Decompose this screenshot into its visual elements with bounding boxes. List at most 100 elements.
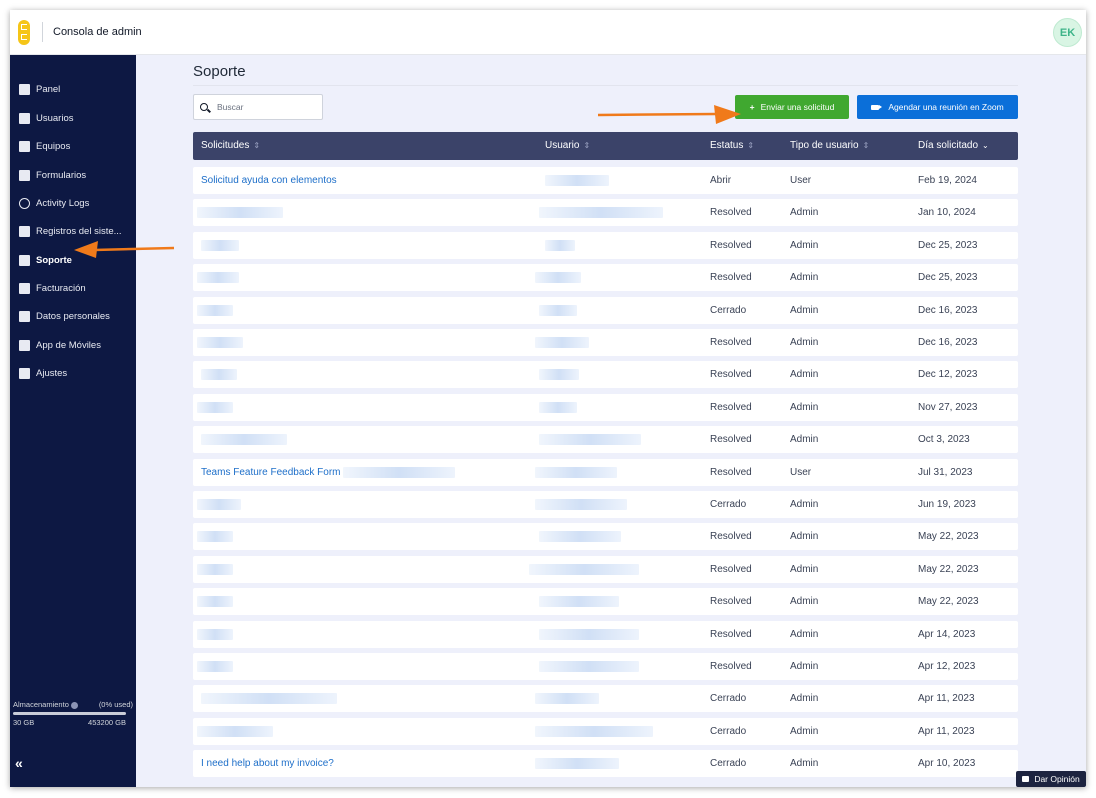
- user-avatar[interactable]: EK: [1053, 18, 1082, 47]
- table-row[interactable]: Resolved Admin Dec 12, 2023: [193, 361, 1018, 389]
- sidebar-item-label: Datos personales: [36, 310, 110, 322]
- table-row[interactable]: Resolved Admin Nov 27, 2023: [193, 393, 1018, 421]
- sidebar-item-label: Soporte: [36, 254, 72, 266]
- submit-request-label: Enviar una solicitud: [760, 102, 835, 112]
- date-cell: Jul 31, 2023: [918, 466, 973, 478]
- table-row[interactable]: Resolved Admin Oct 3, 2023: [193, 426, 1018, 454]
- redacted-user: [539, 596, 619, 608]
- clock-icon: [19, 197, 30, 209]
- user-type-cell: Admin: [790, 563, 819, 575]
- table-row[interactable]: Resolved Admin May 22, 2023: [193, 588, 1018, 616]
- app-logo[interactable]: [18, 20, 30, 45]
- date-cell: Dec 25, 2023: [918, 239, 978, 251]
- storage-values: 30 GB 453200 GB: [13, 718, 126, 727]
- sidebar-item-ajustes[interactable]: Ajustes: [10, 363, 136, 383]
- table-row[interactable]: Resolved Admin Apr 12, 2023: [193, 653, 1018, 680]
- table-row[interactable]: Resolved Admin May 22, 2023: [193, 523, 1018, 551]
- submit-request-button[interactable]: + Enviar una solicitud: [735, 95, 849, 119]
- annotation-arrow-sidebar: [74, 241, 175, 258]
- column-header-label: Tipo de usuario: [790, 140, 859, 151]
- date-cell: May 22, 2023: [918, 563, 979, 575]
- sidebar-item-app-de-móviles[interactable]: App de Móviles: [10, 335, 136, 355]
- column-header[interactable]: Solicitudes ⇕: [201, 132, 260, 160]
- table-header: Solicitudes ⇕ Usuario ⇕ Estatus ⇕ Tipo de usua…: [193, 132, 1018, 160]
- title-divider: [193, 85, 1018, 86]
- user-type-cell: Admin: [790, 401, 819, 413]
- date-cell: Apr 14, 2023: [918, 628, 976, 640]
- table-row[interactable]: Resolved Admin Jan 10, 2024: [193, 199, 1018, 227]
- date-cell: May 22, 2023: [918, 531, 979, 543]
- redacted-user: [535, 725, 653, 737]
- status-cell: Resolved: [710, 401, 752, 413]
- request-link[interactable]: I need help about my invoice?: [201, 750, 334, 777]
- user-type-cell: Admin: [790, 661, 819, 672]
- column-header[interactable]: Día solicitado ⌄: [918, 132, 989, 160]
- sort-icon[interactable]: ⇕: [583, 141, 590, 150]
- date-cell: Feb 19, 2024: [918, 175, 977, 186]
- sidebar-item-usuarios[interactable]: Usuarios: [10, 108, 136, 128]
- table-row[interactable]: Resolved Admin Dec 25, 2023: [193, 231, 1018, 259]
- redacted-request: [197, 304, 233, 316]
- table-row[interactable]: Resolved Admin Apr 14, 2023: [193, 620, 1018, 648]
- table-row[interactable]: Cerrado Admin Dec 16, 2023: [193, 296, 1018, 324]
- collapse-sidebar-button[interactable]: «: [15, 755, 23, 771]
- column-header[interactable]: Estatus ⇕: [710, 132, 754, 160]
- search-box[interactable]: [193, 94, 323, 120]
- status-cell: Resolved: [710, 369, 752, 381]
- date-cell: Dec 16, 2023: [918, 337, 978, 348]
- column-header-label: Estatus: [710, 140, 744, 151]
- redacted-user: [539, 304, 577, 316]
- sidebar-item-label: Panel: [36, 83, 61, 95]
- search-input[interactable]: [217, 102, 317, 112]
- redacted-request: [197, 337, 243, 348]
- table-row[interactable]: Resolved Admin Dec 25, 2023: [193, 264, 1018, 292]
- table-row[interactable]: Resolved Admin Dec 16, 2023: [193, 329, 1018, 356]
- request-link[interactable]: Teams Feature Feedback Form: [201, 459, 341, 486]
- app-title: Consola de admin: [53, 26, 142, 38]
- home-icon: [19, 83, 30, 95]
- status-cell: Cerrado: [710, 758, 747, 770]
- table-row[interactable]: Cerrado Admin Apr 11, 2023: [193, 717, 1018, 745]
- table-row[interactable]: Solicitud ayuda con elementos Abrir User Fe…: [193, 167, 1018, 194]
- table-row[interactable]: Cerrado Admin Apr 11, 2023: [193, 685, 1018, 713]
- redacted-user: [535, 758, 619, 770]
- table-row[interactable]: I need help about my invoice? Cerrado Admi…: [193, 750, 1018, 778]
- sort-icon[interactable]: ⇕: [747, 141, 754, 150]
- table-row[interactable]: Teams Feature Feedback Form Resolved User J…: [193, 458, 1018, 486]
- sidebar-item-activity-logs[interactable]: Activity Logs: [10, 193, 136, 213]
- sidebar-item-formularios[interactable]: Formularios: [10, 165, 136, 185]
- user-type-cell: Admin: [790, 531, 819, 543]
- feedback-button[interactable]: Dar Opinión: [1016, 771, 1086, 787]
- redacted-request: [201, 693, 337, 705]
- sort-icon[interactable]: ⇕: [863, 141, 870, 150]
- sidebar-item-datos-personales[interactable]: Datos personales: [10, 306, 136, 326]
- date-cell: Dec 25, 2023: [918, 272, 978, 284]
- request-link[interactable]: Solicitud ayuda con elementos: [201, 167, 337, 194]
- user-type-cell: Admin: [790, 758, 819, 770]
- mobile-icon: [19, 339, 30, 351]
- sort-icon[interactable]: ⌄: [982, 141, 989, 150]
- support-icon: [19, 254, 30, 266]
- redacted-request: [197, 531, 233, 543]
- sidebar-item-equipos[interactable]: Equipos: [10, 136, 136, 156]
- sort-icon[interactable]: ⇕: [253, 141, 260, 150]
- sidebar-item-label: Ajustes: [36, 367, 68, 379]
- column-header-label: Solicitudes: [201, 140, 250, 151]
- user-type-cell: Admin: [790, 369, 819, 381]
- table-row[interactable]: Cerrado Admin Jun 19, 2023: [193, 491, 1018, 518]
- table-row[interactable]: Resolved Admin May 22, 2023: [193, 555, 1018, 583]
- sidebar-item-label: App de Móviles: [36, 339, 101, 351]
- column-header[interactable]: Tipo de usuario ⇕: [790, 132, 869, 160]
- sidebar-item-facturación[interactable]: Facturación: [10, 278, 136, 298]
- redacted-user: [539, 369, 579, 381]
- zoom-meeting-button[interactable]: Agendar una reunión en Zoom: [857, 95, 1018, 119]
- user-type-cell: Admin: [790, 499, 819, 510]
- column-header-label: Día solicitado: [918, 140, 979, 151]
- info-icon[interactable]: [70, 701, 78, 709]
- date-cell: May 22, 2023: [918, 596, 979, 608]
- column-header[interactable]: Usuario ⇕: [545, 132, 590, 160]
- redacted-request: [197, 596, 233, 608]
- sidebar-item-panel[interactable]: Panel: [10, 79, 136, 99]
- redacted-request: [197, 628, 233, 640]
- redacted-user: [539, 628, 639, 640]
